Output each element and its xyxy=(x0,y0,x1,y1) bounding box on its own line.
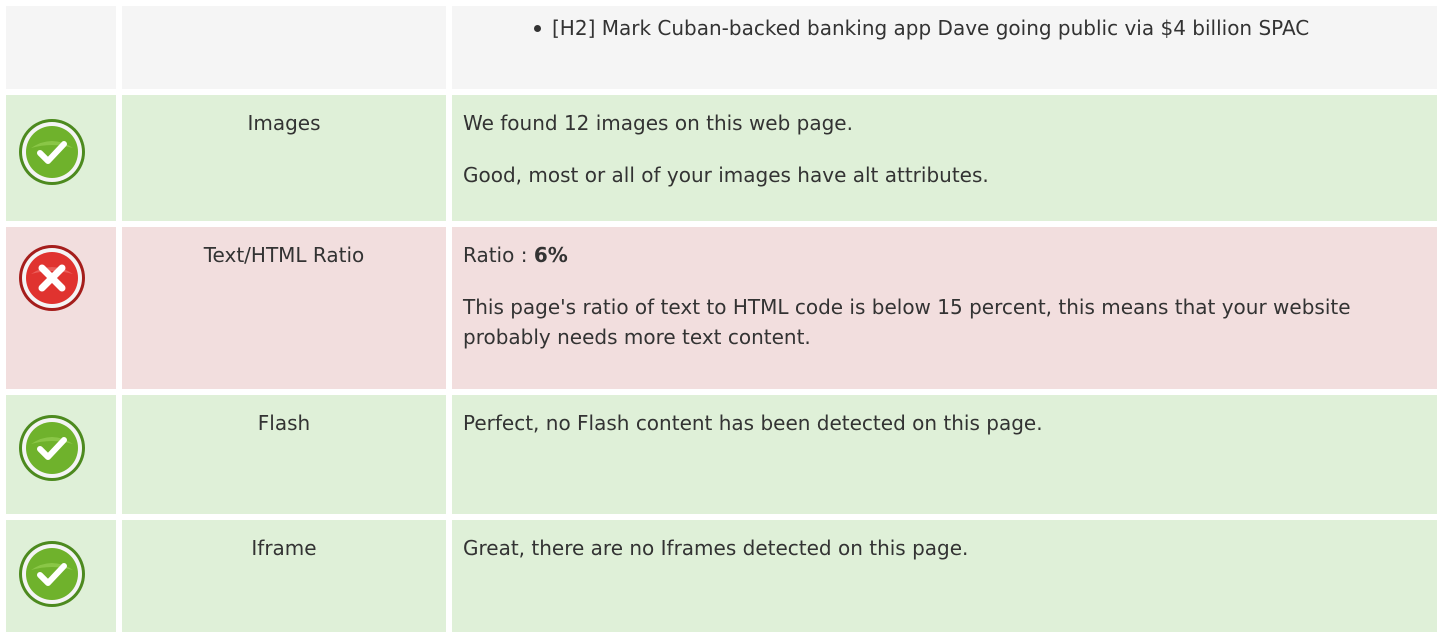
ratio-explanation: This page's ratio of text to HTML code i… xyxy=(463,295,1351,349)
iframe-row: Iframe Great, there are no Iframes detec… xyxy=(0,520,1443,632)
ratio-prefix: Ratio : xyxy=(463,243,534,267)
check-circle-icon xyxy=(19,415,85,481)
row-label: Images xyxy=(247,111,321,135)
flash-text: Perfect, no Flash content has been detec… xyxy=(463,411,1043,435)
images-found-text: We found 12 images on this web page. xyxy=(463,111,853,135)
icon-cell xyxy=(6,6,116,89)
label-cell: Text/HTML Ratio xyxy=(122,227,446,389)
headings-list: [H2] Mark Cuban-backed banking app Dave … xyxy=(452,6,1437,43)
label-cell xyxy=(122,6,446,89)
icon-cell xyxy=(6,395,116,514)
heading-item: [H2] Mark Cuban-backed banking app Dave … xyxy=(452,13,1417,43)
ratio-value: 6% xyxy=(533,243,568,267)
icon-cell xyxy=(6,227,116,389)
detail-cell: Great, there are no Iframes detected on … xyxy=(452,520,1437,632)
flash-row: Flash Perfect, no Flash content has been… xyxy=(0,395,1443,514)
label-cell: Flash xyxy=(122,395,446,514)
label-cell: Images xyxy=(122,95,446,221)
detail-cell: Ratio : 6% This page's ratio of text to … xyxy=(452,227,1437,389)
headings-row: [H2] Mark Cuban-backed banking app Dave … xyxy=(0,6,1443,89)
detail-cell: We found 12 images on this web page. Goo… xyxy=(452,95,1437,221)
iframe-text: Great, there are no Iframes detected on … xyxy=(463,536,969,560)
check-circle-icon xyxy=(19,541,85,607)
ratio-line: Ratio : 6% xyxy=(463,240,1437,270)
detail-cell: [H2] Mark Cuban-backed banking app Dave … xyxy=(452,6,1437,89)
icon-cell xyxy=(6,520,116,632)
images-row: Images We found 12 images on this web pa… xyxy=(0,95,1443,221)
detail-cell: Perfect, no Flash content has been detec… xyxy=(452,395,1437,514)
images-alt-text: Good, most or all of your images have al… xyxy=(463,163,989,187)
label-cell: Iframe xyxy=(122,520,446,632)
text-html-ratio-row: Text/HTML Ratio Ratio : 6% This page's r… xyxy=(0,227,1443,389)
check-circle-icon xyxy=(19,119,85,185)
icon-cell xyxy=(6,95,116,221)
x-circle-icon xyxy=(19,245,85,311)
row-label: Iframe xyxy=(251,536,317,560)
row-label: Flash xyxy=(257,411,311,435)
row-label: Text/HTML Ratio xyxy=(203,243,365,267)
